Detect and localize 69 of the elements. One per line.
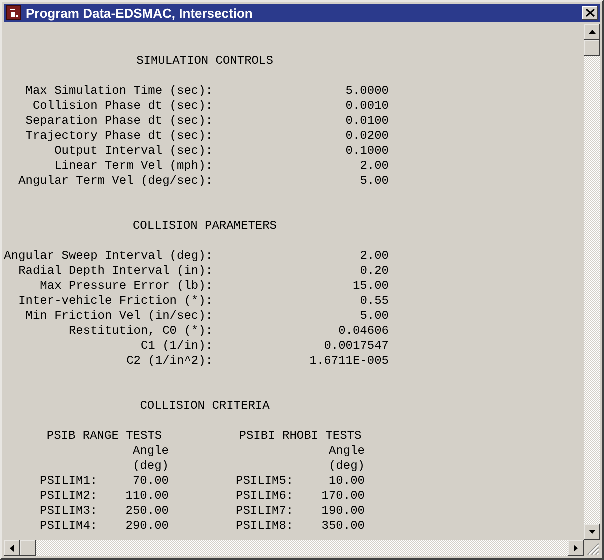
field-label: PSILIM8: — [236, 519, 294, 534]
field-value: 0.04606 — [338, 324, 389, 338]
field-value: 290.00 — [126, 519, 169, 534]
field-label: Restitution, C0 (*): — [68, 324, 213, 338]
section-heading: COLLISION CRITERIA — [140, 399, 270, 413]
field-value: 70.00 — [132, 474, 169, 489]
field-label: C1 (1/in): — [140, 339, 213, 353]
field-value: 15.00 — [352, 279, 389, 293]
field-label: Separation Phase dt (sec): — [26, 114, 213, 128]
field-value: 1.6711E-005 — [310, 354, 389, 368]
field-value: 0.0200 — [346, 129, 389, 143]
column-header: Angle — [132, 444, 169, 458]
field-label: Angular Term Vel (deg/sec): — [18, 174, 213, 188]
scrollbar-thumb[interactable] — [584, 40, 600, 56]
column-header: Angle — [328, 444, 365, 458]
field-label: C2 (1/in^2): — [126, 354, 213, 368]
field-label: Max Pressure Error (lb): — [40, 279, 213, 293]
field-value: 0.20 — [360, 264, 389, 278]
close-button[interactable] — [582, 6, 598, 20]
field-value: 0.0010 — [346, 99, 389, 113]
field-label: Collision Phase dt (sec): — [32, 99, 213, 113]
field-label: Output Interval (sec): — [54, 144, 213, 158]
field-label: Angular Sweep Interval (deg): — [4, 249, 213, 263]
table-heading: PSIB RANGE TESTS — [46, 429, 162, 443]
scroll-left-button[interactable] — [4, 540, 20, 556]
field-value: 190.00 — [322, 504, 365, 519]
up-arrow-icon — [588, 30, 596, 34]
field-value: 10.00 — [328, 474, 365, 489]
field-value: 2.00 — [360, 249, 389, 263]
field-value: 2.00 — [360, 159, 389, 173]
field-value: 5.0000 — [346, 84, 389, 98]
left-arrow-icon — [10, 544, 14, 552]
close-icon — [586, 9, 594, 17]
field-label: PSILIM2: — [40, 489, 98, 504]
field-label: Linear Term Vel (mph): — [54, 159, 213, 173]
scroll-down-button[interactable] — [584, 524, 600, 540]
field-value: 170.00 — [322, 489, 365, 504]
window-title: Program Data-EDSMAC, Intersection — [26, 6, 254, 20]
field-value: 110.00 — [126, 489, 169, 504]
app-icon — [6, 5, 22, 21]
column-header: (deg) — [132, 459, 169, 473]
scroll-up-button[interactable] — [584, 24, 600, 40]
down-arrow-icon — [588, 530, 596, 534]
field-value: 250.00 — [126, 504, 169, 519]
field-label: PSILIM5: — [236, 474, 294, 489]
field-label: Min Friction Vel (in/sec): — [26, 309, 213, 323]
field-label: Inter-vehicle Friction (*): — [18, 294, 213, 308]
field-value: 0.1000 — [346, 144, 389, 158]
section-heading: COLLISION PARAMETERS — [132, 219, 278, 233]
column-header: (deg) — [328, 459, 365, 473]
field-label: Radial Depth Interval (in): — [18, 264, 213, 278]
field-value: 5.00 — [360, 309, 389, 323]
field-label: Max Simulation Time (sec): — [26, 84, 213, 98]
section-heading: SIMULATION CONTROLS — [136, 54, 274, 68]
table-heading: PSIBI RHOBI TESTS — [239, 429, 362, 443]
field-label: PSILIM1: — [40, 474, 98, 489]
field-label: Trajectory Phase dt (sec): — [26, 129, 213, 143]
field-label: PSILIM7: — [236, 504, 294, 519]
field-label: PSILIM4: — [40, 519, 98, 534]
field-value: 0.0100 — [346, 114, 389, 128]
scroll-right-button[interactable] — [568, 540, 584, 556]
field-value: 0.0017547 — [324, 339, 389, 353]
field-value: 5.00 — [360, 174, 389, 188]
field-label: PSILIM3: — [40, 504, 98, 519]
right-arrow-icon — [574, 544, 578, 552]
field-value: 350.00 — [322, 519, 365, 534]
scrollbar-thumb[interactable] — [20, 540, 36, 556]
field-label: PSILIM6: — [236, 489, 294, 504]
field-value: 0.55 — [360, 294, 389, 308]
